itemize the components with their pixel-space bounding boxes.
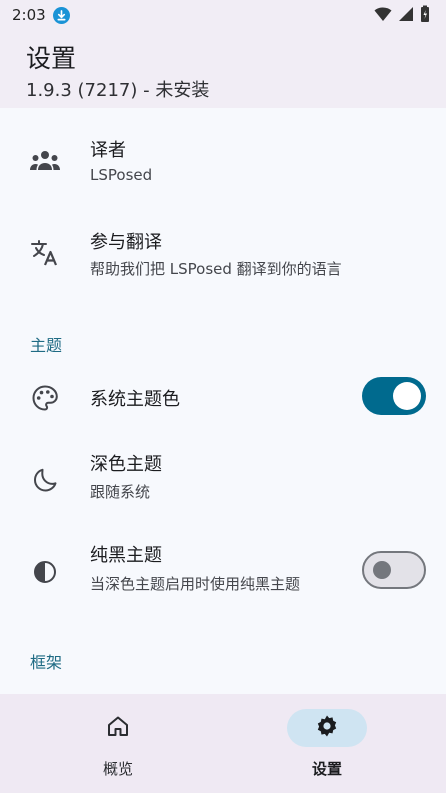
switch-thumb: [393, 382, 421, 410]
gear-icon: [315, 714, 339, 742]
black-theme-item[interactable]: 纯黑主题 当深色主题启用时使用纯黑主题: [0, 524, 446, 616]
translators-title: 译者: [90, 140, 126, 161]
black-theme-subtitle: 当深色主题启用时使用纯黑主题: [90, 575, 301, 593]
translate-item[interactable]: 参与翻译 帮助我们把 LSPosed 翻译到你的语言: [0, 200, 446, 292]
battery-icon: [421, 5, 429, 22]
black-theme-switch[interactable]: [362, 551, 426, 589]
section-header-theme: 主题: [30, 336, 63, 355]
switch-thumb: [373, 561, 391, 579]
system-color-title: 系统主题色: [90, 389, 180, 410]
wifi-icon: [374, 7, 392, 21]
download-notification-icon: [52, 6, 70, 24]
signal-icon: [399, 7, 413, 21]
nav-overview[interactable]: 概览: [58, 694, 178, 793]
dark-theme-item[interactable]: 深色主题 跟随系统: [0, 432, 446, 524]
status-icons: [374, 5, 430, 23]
translate-icon: [29, 237, 61, 269]
section-header-framework: 框架: [30, 653, 63, 672]
black-theme-title: 纯黑主题: [90, 545, 162, 566]
translate-title: 参与翻译: [90, 232, 162, 253]
page-title: 设置: [26, 44, 77, 73]
dark-theme-subtitle: 跟随系统: [90, 483, 151, 501]
bottom-navigation: 概览 设置: [0, 694, 446, 793]
dark-theme-title: 深色主题: [90, 454, 162, 475]
nav-settings-label: 设置: [311, 760, 342, 778]
palette-icon: [29, 382, 61, 414]
nav-settings-indicator: [287, 709, 367, 747]
nav-overview-indicator: [78, 709, 158, 747]
version-subtitle: 1.9.3 (7217) - 未安装: [26, 80, 210, 101]
translators-item[interactable]: 译者 LSPosed: [0, 108, 446, 200]
home-icon: [106, 715, 130, 741]
system-color-switch[interactable]: [362, 377, 426, 415]
translate-subtitle: 帮助我们把 LSPosed 翻译到你的语言: [90, 260, 342, 278]
group-icon: [29, 145, 61, 177]
status-bar: 2:03: [0, 0, 446, 30]
moon-icon: [29, 464, 61, 496]
app-bar: 设置 1.9.3 (7217) - 未安装: [0, 30, 446, 108]
nav-overview-label: 概览: [102, 760, 133, 778]
settings-list[interactable]: 译者 LSPosed 参与翻译 帮助我们把 LSPosed 翻译到你的语言 主题…: [0, 108, 446, 694]
contrast-icon: [29, 556, 61, 588]
translators-subtitle: LSPosed: [90, 166, 153, 184]
status-time: 2:03: [12, 6, 46, 24]
system-color-item[interactable]: 系统主题色: [0, 360, 446, 432]
nav-settings[interactable]: 设置: [267, 694, 387, 793]
